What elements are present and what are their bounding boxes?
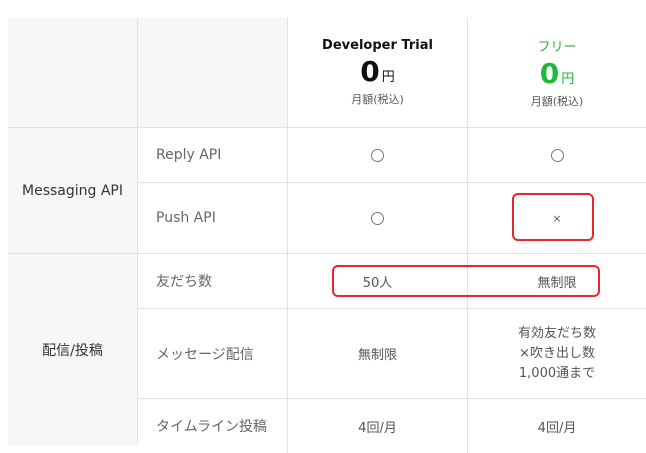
cell-message-delivery-trial: 無制限 xyxy=(288,309,468,399)
row-label-text: タイムライン投稿 xyxy=(156,419,268,435)
plan-price: 0 xyxy=(360,55,380,88)
section-delivery: 配信/投稿 xyxy=(8,254,138,445)
row-label-text: Push API xyxy=(156,210,216,226)
header-empty-cell-2 xyxy=(138,18,288,128)
available-circle-icon xyxy=(550,148,564,162)
plan-header-developer-trial: Developer Trial 0 円 月額(税込) xyxy=(288,18,468,128)
cell-message-delivery-free: 有効友だち数 ×吹き出し数 1,000通まで xyxy=(468,309,646,399)
section-messaging-api: Messaging API xyxy=(8,128,138,254)
cell-value-line: 1,000通まで xyxy=(518,365,596,381)
cell-reply-api-free xyxy=(468,128,646,183)
row-label-message-delivery: メッセージ配信 xyxy=(138,309,288,399)
plan-price-unit: 円 xyxy=(561,72,575,87)
cell-push-api-trial xyxy=(288,183,468,254)
available-circle-icon xyxy=(371,148,384,162)
header-empty-cell-1 xyxy=(8,18,138,128)
plan-period: 月額(税込) xyxy=(351,93,404,106)
cell-value: 無制限 xyxy=(357,348,397,363)
plan-name: Developer Trial xyxy=(322,38,433,53)
section-title: Messaging API xyxy=(22,182,123,199)
plan-price: 0 xyxy=(539,57,560,90)
cell-value-line: ×吹き出し数 xyxy=(519,345,595,361)
row-label-text: 友だち数 xyxy=(156,274,212,290)
cell-value: 4回/月 xyxy=(358,420,397,436)
plan-period: 月額(税込) xyxy=(530,95,584,108)
row-label-text: メッセージ配信 xyxy=(156,346,254,363)
plan-price-unit: 円 xyxy=(381,70,395,85)
highlight-box-friends-row xyxy=(332,265,600,297)
available-circle-icon xyxy=(371,211,384,225)
cell-value-line: 有効友だち数 xyxy=(517,325,596,341)
cell-reply-api-trial xyxy=(288,128,468,183)
cell-value: 4回/月 xyxy=(537,420,577,436)
pricing-table: Developer Trial 0 円 月額(税込) フリー 0 円 月額(税込… xyxy=(8,18,646,453)
highlight-box-push-api-free xyxy=(512,193,594,241)
row-label-friends: 友だち数 xyxy=(138,254,288,309)
plan-header-free: フリー 0 円 月額(税込) xyxy=(468,18,646,128)
row-label-reply-api: Reply API xyxy=(138,128,288,183)
plan-name: フリー xyxy=(537,40,577,55)
row-label-text: Reply API xyxy=(156,147,222,163)
row-label-push-api: Push API xyxy=(138,183,288,254)
section-title: 配信/投稿 xyxy=(42,342,103,359)
